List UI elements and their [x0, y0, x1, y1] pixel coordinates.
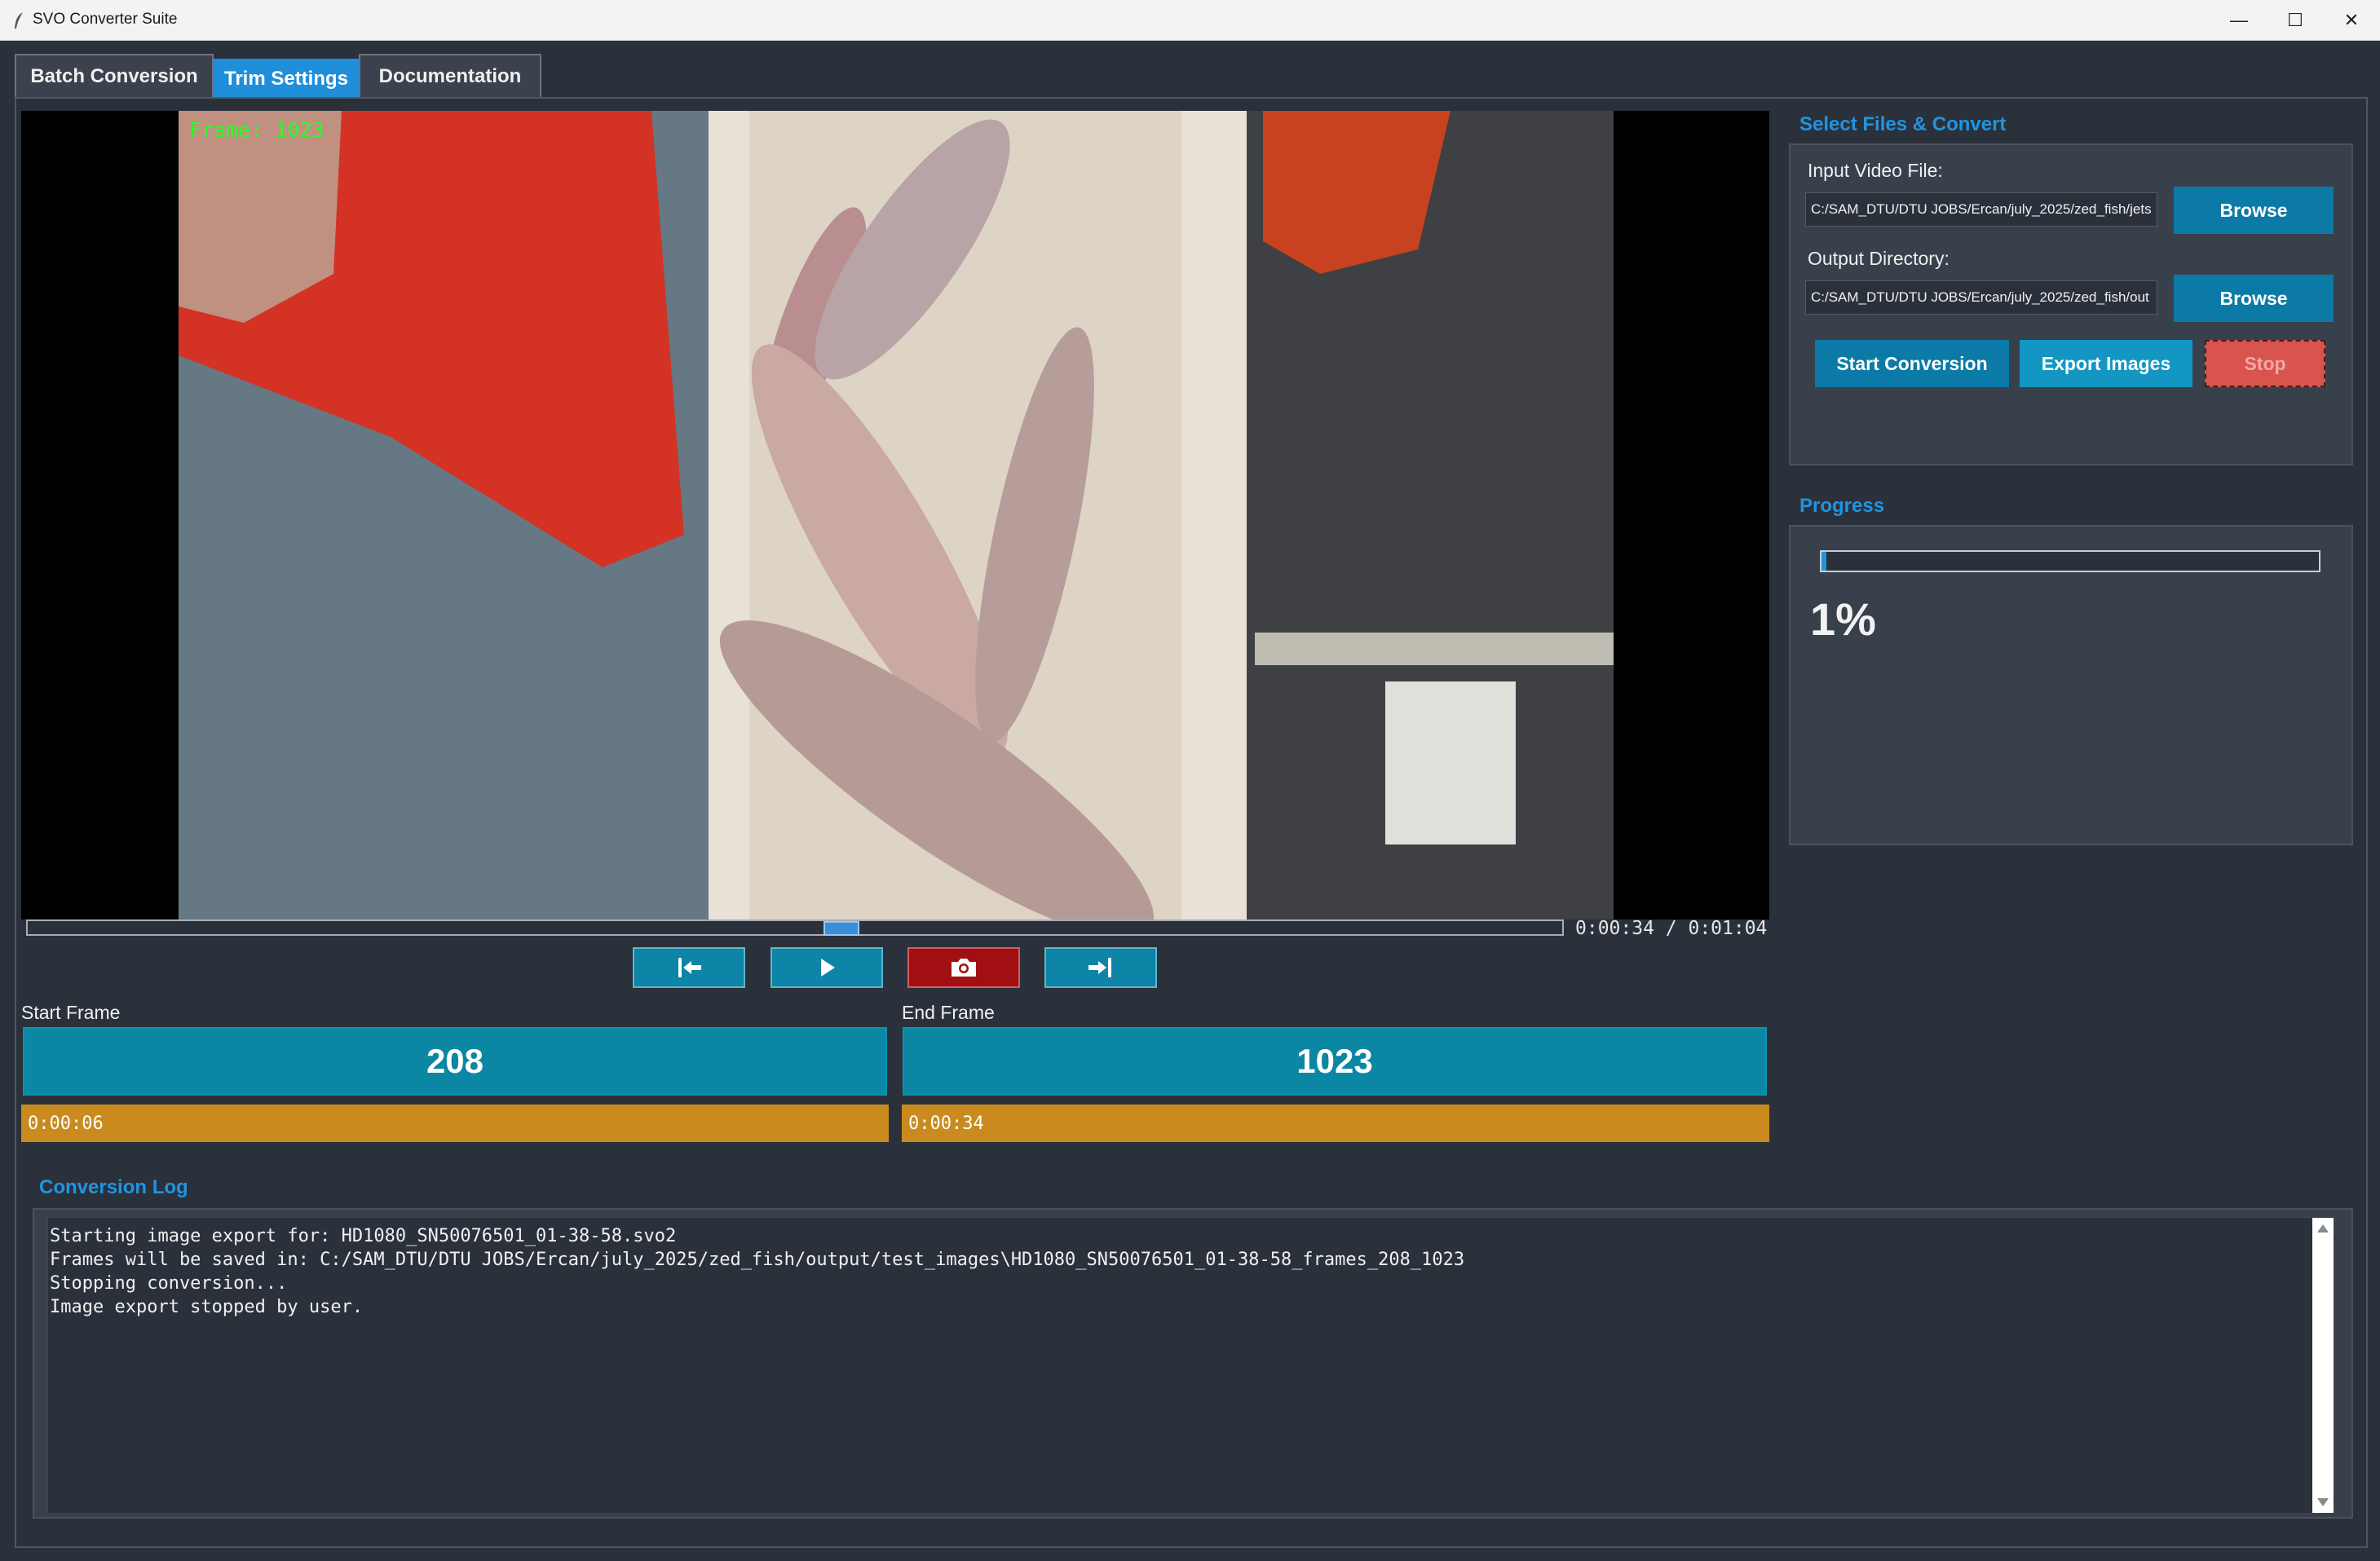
log-line: Frames will be saved in: C:/SAM_DTU/DTU …	[50, 1250, 1465, 1270]
browse-input-button[interactable]: Browse	[2174, 187, 2334, 234]
frame-overlay-label: Frame: 1023	[189, 118, 325, 142]
stop-button[interactable]: Stop	[2205, 340, 2325, 387]
log-line: Starting image export for: HD1080_SN5007…	[50, 1226, 677, 1246]
start-frame-field[interactable]: 208	[23, 1027, 887, 1096]
timecode: 0:00:34 / 0:01:04	[1575, 918, 1768, 939]
play-icon	[821, 959, 835, 977]
tab-trim-settings[interactable]: Trim Settings	[214, 59, 359, 98]
scroll-down-arrow-icon[interactable]	[2317, 1498, 2329, 1506]
maximize-button[interactable]: ☐	[2267, 0, 2324, 41]
input-file-field[interactable]: C:/SAM_DTU/DTU JOBS/Ercan/july_2025/zed_…	[1805, 192, 2157, 227]
close-button[interactable]: ✕	[2323, 0, 2380, 41]
capture-frame-button[interactable]	[907, 947, 1020, 988]
progress-bar-fill	[1821, 552, 1827, 571]
progress-panel	[1789, 525, 2353, 845]
progress-percent: 1%	[1810, 593, 1876, 645]
tab-batch-conversion[interactable]: Batch Conversion	[15, 54, 214, 98]
scroll-up-arrow-icon[interactable]	[2317, 1224, 2329, 1232]
log-textarea[interactable]: Starting image export for: HD1080_SN5007…	[47, 1217, 2313, 1514]
seek-bar[interactable]	[26, 919, 1564, 936]
title-bar: SVO Converter Suite — ☐ ✕	[0, 0, 2380, 41]
end-frame-label: End Frame	[902, 1002, 995, 1023]
tab-documentation[interactable]: Documentation	[359, 54, 541, 98]
input-file-label: Input Video File:	[1808, 160, 1943, 181]
video-frame-image	[179, 111, 1614, 919]
end-frame-field[interactable]: 1023	[903, 1027, 1767, 1096]
play-button[interactable]	[771, 947, 883, 988]
set-end-icon	[1088, 958, 1111, 977]
feather-icon	[15, 12, 23, 29]
log-scrollbar[interactable]	[2312, 1218, 2334, 1513]
browse-output-button[interactable]: Browse	[2174, 275, 2334, 322]
start-time-display: 0:00:06	[21, 1105, 889, 1142]
end-time-display: 0:00:34	[902, 1105, 1769, 1142]
start-frame-label: Start Frame	[21, 1002, 121, 1023]
window-title: SVO Converter Suite	[33, 11, 178, 28]
set-end-button[interactable]	[1044, 947, 1157, 988]
set-start-button[interactable]	[633, 947, 745, 988]
log-line: Image export stopped by user.	[50, 1297, 364, 1317]
progress-section-title: Progress	[1799, 495, 1885, 517]
progress-bar	[1820, 550, 2320, 572]
output-directory-label: Output Directory:	[1808, 248, 1949, 269]
set-start-icon	[678, 958, 701, 977]
video-preview: Frame: 1023	[21, 111, 1769, 919]
log-line: Stopping conversion...	[50, 1273, 288, 1294]
log-section-title: Conversion Log	[39, 1176, 188, 1198]
minimize-button[interactable]: —	[2210, 0, 2267, 41]
export-images-button[interactable]: Export Images	[2020, 340, 2192, 387]
output-directory-field[interactable]: C:/SAM_DTU/DTU JOBS/Ercan/july_2025/zed_…	[1805, 280, 2157, 315]
seek-handle[interactable]	[823, 921, 859, 936]
start-conversion-button[interactable]: Start Conversion	[1815, 340, 2009, 387]
files-section-title: Select Files & Convert	[1799, 113, 2007, 135]
camera-icon	[952, 959, 976, 977]
